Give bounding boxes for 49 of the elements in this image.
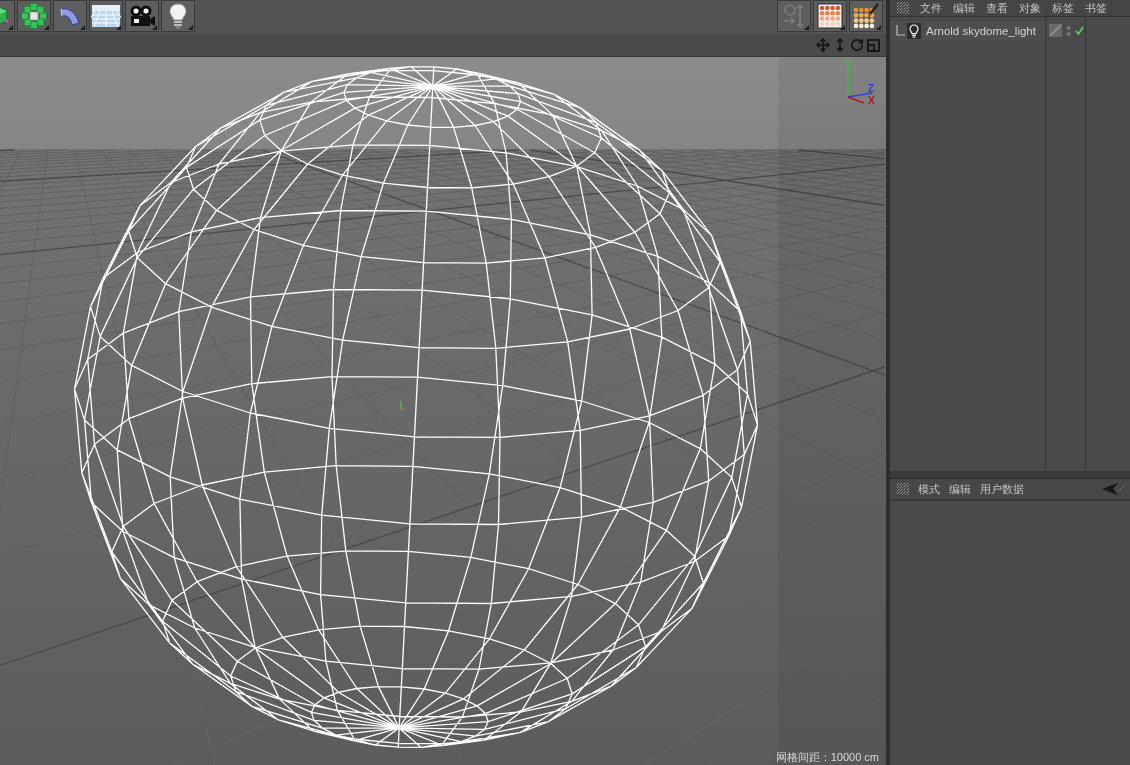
floor-plane-icon (91, 4, 121, 28)
back-arrow-icon[interactable] (1102, 483, 1124, 495)
light-bulb-icon (907, 22, 921, 39)
menu-item[interactable]: 模式 (918, 482, 940, 496)
menu-item[interactable]: 编辑 (953, 1, 975, 15)
visibility-dots-icon[interactable] (1066, 24, 1071, 37)
corner-triangle-icon (8, 25, 13, 30)
axis-label: X (868, 95, 875, 107)
menu-item[interactable]: 查看 (986, 1, 1008, 15)
grid-spacing-label: 网格间距：10000 cm (772, 750, 882, 764)
corner-triangle-icon (80, 25, 85, 30)
coordinate-system-icon (781, 2, 807, 30)
corner-triangle-icon (804, 25, 809, 30)
toolbar-button[interactable] (17, 0, 51, 32)
corner-triangle-icon (116, 25, 121, 30)
corner-triangle-icon (840, 25, 845, 30)
toolbar-button[interactable] (89, 0, 123, 32)
axis-label: Y (845, 59, 852, 71)
corner-triangle-icon (44, 25, 49, 30)
axis-label: Z (868, 83, 875, 95)
toolbar-button[interactable] (161, 0, 195, 32)
cloner-cubes-icon (21, 3, 47, 29)
film-camera-icon (128, 4, 156, 28)
menu-item[interactable]: 编辑 (949, 482, 971, 496)
dot-brush-icon (852, 2, 880, 30)
dot-grid-icon (817, 3, 843, 29)
move-view-icon[interactable] (816, 38, 830, 52)
menu-item[interactable]: 用户数据 (980, 482, 1024, 496)
tree-branch-icon (896, 24, 905, 37)
light-bulb-icon (169, 3, 187, 29)
maximize-view-icon[interactable] (867, 38, 880, 52)
panel-grip-icon[interactable] (897, 483, 909, 495)
check-icon[interactable] (1075, 26, 1084, 35)
menu-item[interactable]: 书签 (1085, 1, 1107, 15)
menu-item[interactable]: 标签 (1052, 1, 1074, 15)
panel-grip-icon[interactable] (897, 2, 909, 14)
corner-triangle-icon (152, 25, 157, 30)
corner-triangle-icon (188, 25, 193, 30)
toolbar-button[interactable] (813, 0, 847, 32)
object-axis-icon (397, 401, 407, 411)
rotate-view-icon[interactable] (850, 38, 864, 52)
menu-item[interactable]: 对象 (1019, 1, 1041, 15)
corner-triangle-icon (876, 25, 881, 30)
menu-item[interactable]: 文件 (920, 1, 942, 15)
object-name[interactable]: Arnold skydome_light (926, 23, 1036, 38)
toolbar-button[interactable] (849, 0, 883, 32)
object-row[interactable]: Arnold skydome_light (890, 21, 1045, 40)
viewport[interactable]: Y Z X 网格间距：10000 cm (0, 57, 886, 765)
toolbar-button[interactable] (125, 0, 159, 32)
